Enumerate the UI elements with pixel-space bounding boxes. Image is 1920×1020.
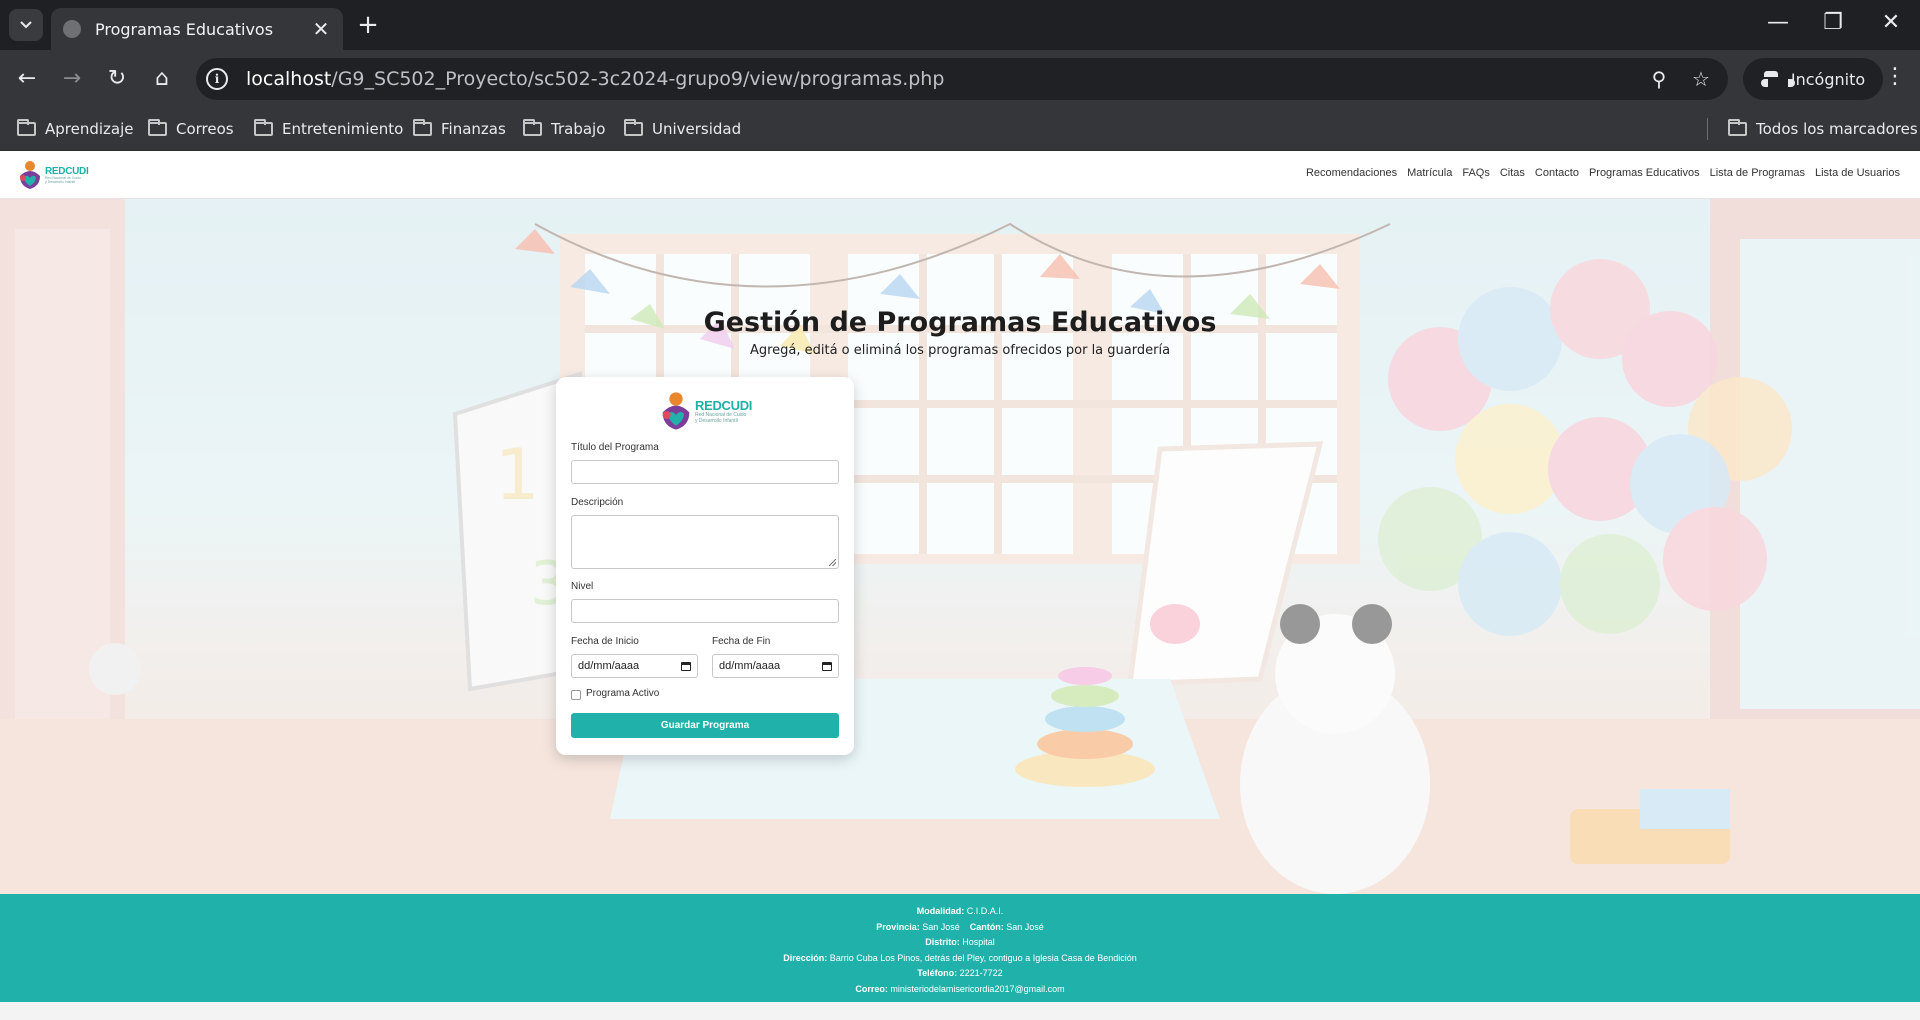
fecha-inicio-input[interactable]: dd/mm/aaaa — [571, 654, 698, 678]
programa-activo-label[interactable]: Programa Activo — [586, 688, 659, 699]
fecha-fin-value: dd/mm/aaaa — [719, 660, 781, 672]
nav-link-lista-programas[interactable]: Lista de Programas — [1710, 167, 1805, 179]
nav-link-citas[interactable]: Citas — [1500, 167, 1525, 179]
address-bar[interactable]: i localhost/G9_SC502_Proyecto/sc502-3c20… — [196, 58, 1728, 100]
fecha-fin-label: Fecha de Fin — [712, 636, 771, 647]
info-icon[interactable]: i — [206, 68, 228, 90]
nivel-label: Nivel — [571, 581, 594, 592]
browser-tab-active[interactable]: Programas Educativos ✕ — [51, 8, 343, 50]
incognito-icon — [1760, 71, 1795, 87]
folder-icon — [1728, 119, 1747, 136]
site-navbar: REDCUDI Red Nacional de Cuido y Desarrol… — [0, 151, 1920, 199]
new-tab-button[interactable]: + — [355, 12, 381, 38]
forward-arrow-icon[interactable]: → — [57, 64, 87, 94]
logo-text: REDCUDI Red Nacional de Cuido y Desarrol… — [695, 398, 753, 424]
page-subtitle: Agregá, editá o eliminá los programas of… — [749, 343, 1171, 358]
calendar-icon[interactable] — [822, 661, 832, 671]
guardar-programa-button[interactable]: Guardar Programa — [571, 713, 839, 738]
kebab-menu-icon[interactable]: ⋮ — [1880, 64, 1910, 89]
footer-ubicacion: Provincia: San José Cantón: San José — [876, 921, 1044, 932]
nav-link-programas-educativos[interactable]: Programas Educativos — [1589, 167, 1700, 179]
minimize-icon[interactable]: — — [1763, 10, 1793, 35]
titulo-input[interactable] — [571, 460, 839, 484]
nivel-input[interactable] — [571, 599, 839, 623]
footer-modalidad: Modalidad: C.I.D.A.I. — [916, 906, 1004, 916]
fecha-fin-input[interactable]: dd/mm/aaaa — [712, 654, 839, 678]
nav-link-recomendaciones[interactable]: Recomendaciones — [1306, 167, 1397, 179]
bookmark-universidad[interactable]: Universidad — [624, 116, 741, 142]
incognito-label: Incógnito — [1790, 69, 1866, 89]
folder-icon — [254, 119, 273, 136]
star-icon[interactable]: ☆ — [1686, 67, 1716, 91]
footer-telefono: Teléfono: 2221-7722 — [917, 968, 1003, 978]
titulo-label: Título del Programa — [571, 442, 659, 453]
resize-handle-icon[interactable] — [829, 559, 836, 566]
globe-icon — [63, 20, 81, 38]
hero-section: 1 3 Gestión de Programas Educativos Agre… — [0, 199, 1920, 894]
page-bottom-area — [0, 1002, 1920, 1020]
fecha-inicio-label: Fecha de Inicio — [571, 636, 639, 647]
logo-mark-icon — [20, 161, 40, 189]
reload-icon[interactable]: ↻ — [102, 64, 132, 94]
folder-icon — [413, 119, 432, 136]
zoom-icon[interactable]: ⚲ — [1644, 67, 1674, 91]
programa-form-card: REDCUDI Red Nacional de Cuido y Desarrol… — [556, 377, 854, 755]
url-text[interactable]: localhost/G9_SC502_Proyecto/sc502-3c2024… — [246, 68, 1644, 90]
tab-title: Programas Educativos — [95, 19, 274, 39]
restore-icon[interactable]: ❐ — [1818, 10, 1848, 35]
back-arrow-icon[interactable]: ← — [12, 64, 42, 94]
hero-overlay — [0, 199, 1920, 894]
bookmark-aprendizaje[interactable]: Aprendizaje — [17, 116, 134, 142]
descripcion-textarea[interactable] — [571, 515, 839, 569]
footer-distrito: Distrito: Hospital — [925, 937, 995, 947]
folder-icon — [17, 119, 36, 136]
home-icon[interactable]: ⌂ — [147, 64, 177, 94]
tab-search-button[interactable] — [9, 9, 43, 41]
folder-icon — [148, 119, 167, 136]
footer-direccion: Dirección: Barrio Cuba Los Pinos, detrás… — [783, 952, 1137, 963]
footer-correo: Correo: ministeriodelamisericordia2017@g… — [855, 983, 1065, 994]
nav-link-contacto[interactable]: Contacto — [1535, 167, 1579, 179]
descripcion-label: Descripción — [571, 497, 624, 508]
folder-icon — [523, 119, 542, 136]
bookmark-finanzas[interactable]: Finanzas — [413, 116, 506, 142]
bookmarks-separator — [1707, 118, 1708, 140]
site-footer: Modalidad: C.I.D.A.I. Provincia: San Jos… — [0, 894, 1920, 1002]
nav-link-matricula[interactable]: Matrícula — [1407, 167, 1452, 179]
nav-link-faqs[interactable]: FAQs — [1462, 167, 1490, 179]
folder-icon — [624, 119, 643, 136]
calendar-icon[interactable] — [681, 661, 691, 671]
logo-text: REDCUDI Red Nacional de Cuido y Desarrol… — [45, 165, 89, 184]
programa-activo-checkbox[interactable] — [571, 690, 581, 700]
browser-tab-strip: Programas Educativos ✕ + — ❐ ✕ — [0, 0, 1920, 50]
fecha-inicio-value: dd/mm/aaaa — [578, 660, 640, 672]
all-bookmarks[interactable]: Todos los marcadores — [1728, 116, 1918, 142]
site-nav-links: Recomendaciones Matrícula FAQs Citas Con… — [1306, 167, 1900, 179]
card-logo: REDCUDI Red Nacional de Cuido y Desarrol… — [660, 391, 752, 431]
incognito-indicator[interactable]: Incógnito — [1743, 58, 1883, 100]
window-close-icon[interactable]: ✕ — [1876, 10, 1906, 35]
browser-toolbar: ← → ↻ ⌂ i localhost/G9_SC502_Proyecto/sc… — [0, 50, 1920, 108]
site-logo[interactable]: REDCUDI Red Nacional de Cuido y Desarrol… — [18, 160, 89, 190]
bookmark-trabajo[interactable]: Trabajo — [523, 116, 605, 142]
bookmark-correos[interactable]: Correos — [148, 116, 234, 142]
close-icon[interactable]: ✕ — [311, 17, 331, 41]
nav-link-lista-usuarios[interactable]: Lista de Usuarios — [1815, 167, 1900, 179]
chevron-down-icon — [20, 21, 32, 29]
bookmark-entretenimiento[interactable]: Entretenimiento — [254, 116, 403, 142]
logo-mark-icon — [662, 392, 690, 430]
bookmarks-bar: Aprendizaje Correos Entretenimiento Fina… — [0, 108, 1920, 151]
page-title: Gestión de Programas Educativos — [703, 307, 1217, 338]
